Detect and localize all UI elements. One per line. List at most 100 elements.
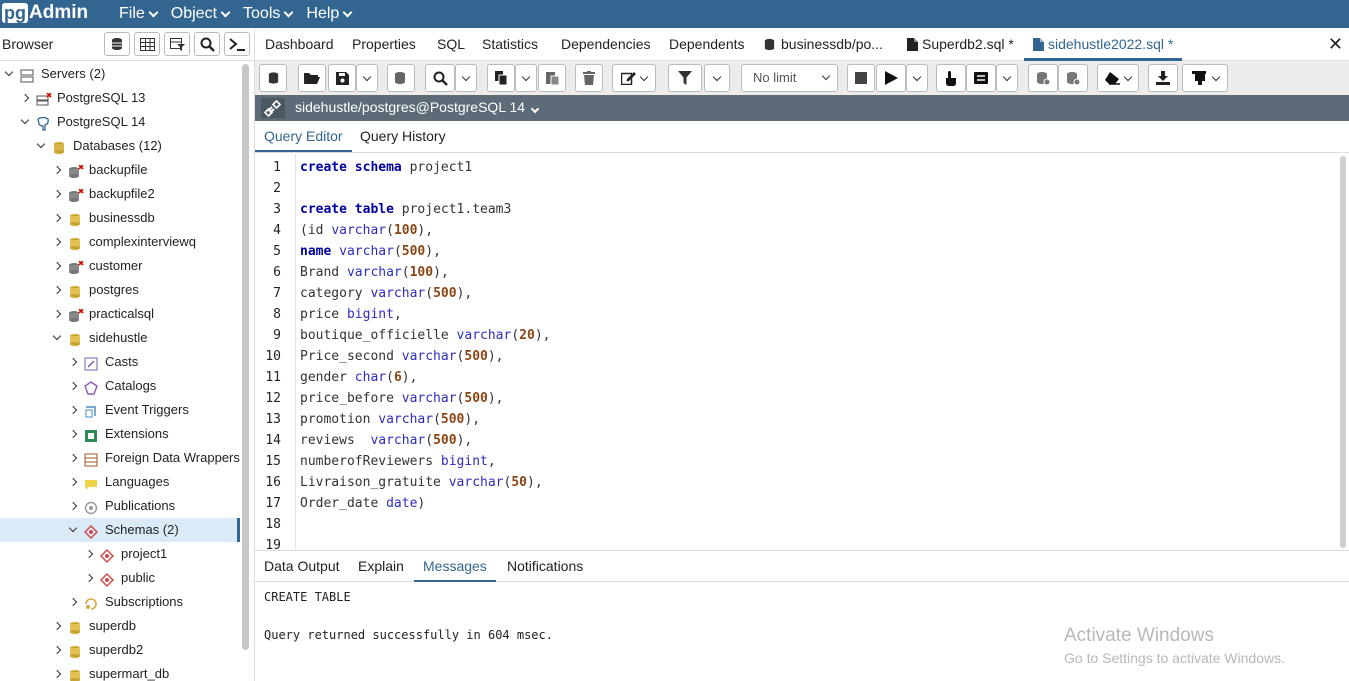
find-button[interactable]	[425, 64, 455, 92]
chevron-down-icon[interactable]	[4, 67, 14, 77]
chevron-down-icon[interactable]	[52, 331, 62, 341]
chevron-down-icon[interactable]	[68, 523, 78, 533]
tree-node[interactable]: Subscriptions	[0, 590, 240, 614]
tree-node[interactable]: superdb2	[0, 638, 240, 662]
psql-tool-button[interactable]	[224, 32, 250, 56]
tree-node[interactable]: customer	[0, 254, 240, 278]
tree-node[interactable]: Databases (12)	[0, 134, 240, 158]
code-line[interactable]: price bigint,	[300, 304, 402, 325]
tree-node[interactable]: postgres	[0, 278, 240, 302]
chevron-right-icon[interactable]	[68, 357, 78, 367]
filter-button[interactable]	[668, 64, 702, 92]
code-line[interactable]: Livraison_gratuite varchar(50),	[300, 472, 543, 493]
menu-file[interactable]: File	[119, 0, 159, 28]
chevron-right-icon[interactable]	[52, 213, 62, 223]
chevron-right-icon[interactable]	[52, 285, 62, 295]
code-line[interactable]: Order_date date)	[300, 493, 425, 514]
tree-node[interactable]: supermart_db	[0, 662, 240, 681]
paste-button[interactable]	[538, 64, 566, 92]
execute-dropdown-button[interactable]	[906, 64, 928, 92]
chevron-down-icon[interactable]	[36, 139, 46, 149]
clear-button[interactable]	[1097, 64, 1139, 92]
chevron-right-icon[interactable]	[52, 261, 62, 271]
code-line[interactable]: gender char(6),	[300, 367, 417, 388]
tree-node[interactable]: backupfile2	[0, 182, 240, 206]
tree-node[interactable]: Languages	[0, 470, 240, 494]
code-line[interactable]: price_before varchar(500),	[300, 388, 504, 409]
chevron-right-icon[interactable]	[20, 93, 30, 103]
download-button[interactable]	[1148, 64, 1178, 92]
chevron-right-icon[interactable]	[68, 501, 78, 511]
macros-button[interactable]	[1182, 64, 1228, 92]
execute-button[interactable]	[876, 64, 906, 92]
code-line[interactable]: category varchar(500),	[300, 283, 472, 304]
tab-query-editor[interactable]: Query Editor	[255, 121, 352, 152]
connection-bar[interactable]: sidehustle/postgres@PostgreSQL 14	[255, 95, 1349, 121]
chevron-right-icon[interactable]	[68, 429, 78, 439]
chevron-right-icon[interactable]	[52, 309, 62, 319]
chevron-right-icon[interactable]	[52, 189, 62, 199]
tree-node[interactable]: Servers (2)	[0, 62, 240, 86]
tab-sidehustle[interactable]: sidehustle2022.sql *	[1024, 28, 1183, 61]
tree-node[interactable]: Foreign Data Wrappers	[0, 446, 240, 470]
copy-dropdown-button[interactable]	[515, 64, 537, 92]
menu-tools[interactable]: Tools	[243, 0, 294, 28]
code-line[interactable]: name varchar(500),	[300, 241, 441, 262]
object-properties-button[interactable]	[104, 32, 130, 56]
open-file-button[interactable]	[298, 64, 326, 92]
tab-businessdb[interactable]: businessdb/po...	[763, 28, 883, 61]
tree-node[interactable]: superdb	[0, 614, 240, 638]
explain-dropdown-button[interactable]	[996, 64, 1018, 92]
menu-object[interactable]: Object	[171, 0, 231, 28]
save-dropdown-button[interactable]	[356, 64, 378, 92]
tree-node[interactable]: Casts	[0, 350, 240, 374]
tree-node[interactable]: Catalogs	[0, 374, 240, 398]
chevron-right-icon[interactable]	[52, 621, 62, 631]
chevron-right-icon[interactable]	[68, 405, 78, 415]
tree-node[interactable]: Extensions	[0, 422, 240, 446]
tab-sql[interactable]: SQL	[437, 28, 465, 61]
code-line[interactable]: create table project1.team3	[300, 199, 511, 220]
rollback-button[interactable]	[1058, 64, 1088, 92]
copy-button[interactable]	[487, 64, 515, 92]
tab-explain[interactable]: Explain	[349, 551, 413, 582]
tree-node[interactable]: businessdb	[0, 206, 240, 230]
connection-button[interactable]	[259, 64, 287, 92]
tab-superdb2[interactable]: Superdb2.sql *	[907, 28, 1014, 61]
tab-dashboard[interactable]: Dashboard	[265, 28, 334, 61]
sql-editor[interactable]: 1 create schema project1 2 3 create table pr…	[255, 154, 1349, 550]
tree-node[interactable]: PostgreSQL 14	[0, 110, 240, 134]
code-line[interactable]: (id varchar(100),	[300, 220, 433, 241]
tree-node[interactable]: public	[0, 566, 240, 590]
tree-node[interactable]: sidehustle	[0, 326, 240, 350]
code-line[interactable]: numberofReviewers bigint,	[300, 451, 496, 472]
code-line[interactable]: promotion varchar(500),	[300, 409, 480, 430]
search-objects-button[interactable]	[194, 32, 220, 56]
chevron-right-icon[interactable]	[84, 549, 94, 559]
tab-dependents[interactable]: Dependents	[669, 28, 745, 61]
chevron-down-icon[interactable]	[20, 115, 30, 125]
tree-node[interactable]: project1	[0, 542, 240, 566]
stop-button[interactable]	[847, 64, 875, 92]
tab-properties[interactable]: Properties	[352, 28, 416, 61]
filtered-rows-button[interactable]	[164, 32, 190, 56]
editor-scrollbar[interactable]	[1340, 156, 1346, 548]
filter-dropdown-button[interactable]	[704, 64, 730, 92]
connection-status-icon[interactable]	[261, 98, 285, 118]
chevron-right-icon[interactable]	[68, 381, 78, 391]
tree-node[interactable]: practicalsql	[0, 302, 240, 326]
explain-analyze-button[interactable]	[966, 64, 996, 92]
code-line[interactable]: create schema project1	[300, 157, 472, 178]
tree-node[interactable]: Schemas (2)	[0, 518, 240, 542]
view-data-button[interactable]	[134, 32, 160, 56]
tree-node[interactable]: backupfile	[0, 158, 240, 182]
tree-node[interactable]: Event Triggers	[0, 398, 240, 422]
code-line[interactable]: Price_second varchar(500),	[300, 346, 504, 367]
tab-statistics[interactable]: Statistics	[482, 28, 538, 61]
tree-scrollbar[interactable]	[242, 64, 249, 650]
find-dropdown-button[interactable]	[455, 64, 477, 92]
chevron-right-icon[interactable]	[68, 453, 78, 463]
tab-data-output[interactable]: Data Output	[255, 551, 349, 582]
edit-button[interactable]	[612, 64, 656, 92]
delete-rows-button[interactable]	[575, 64, 603, 92]
